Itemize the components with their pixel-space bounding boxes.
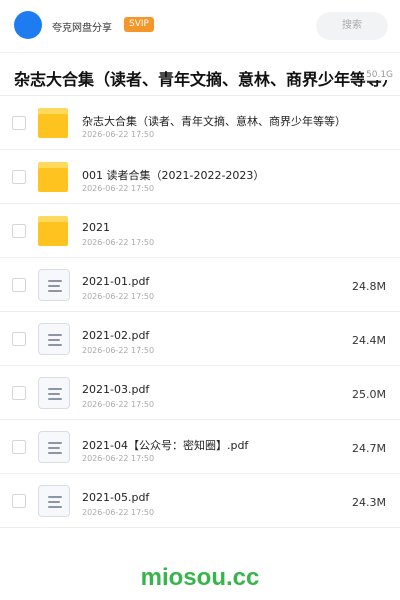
item-date: 2026-06-22 17:50 (82, 292, 155, 301)
pdf-file-icon (38, 485, 70, 517)
user-name: 夸克网盘分享 (52, 23, 112, 34)
item-date: 2026-06-22 17:50 (82, 508, 155, 517)
share-title-bar: 杂志大合集（读者、青年文摘、意林、商界少年等等） 50.1G (0, 52, 400, 96)
avatar[interactable] (14, 11, 42, 39)
item-date: 2026-06-22 17:50 (82, 454, 155, 463)
item-name[interactable]: 2021 (82, 221, 110, 234)
list-item[interactable]: 2021-04【公众号：密知圈】.pdf 2026-06-22 17:50 24.7… (0, 420, 400, 474)
item-size: 25.0M (352, 388, 386, 401)
select-checkbox[interactable] (12, 494, 26, 508)
item-date: 2026-06-22 17:50 (82, 130, 155, 139)
list-item[interactable]: 杂志大合集（读者、青年文摘、意林、商界少年等等） 2026-06-22 17:50 (0, 96, 400, 150)
total-size: 50.1G (364, 70, 394, 80)
pdf-file-icon (38, 323, 70, 355)
item-name[interactable]: 2021-02.pdf (82, 329, 149, 342)
item-date: 2026-06-22 17:50 (82, 184, 155, 193)
select-checkbox[interactable] (12, 278, 26, 292)
file-list: 杂志大合集（读者、青年文摘、意林、商界少年等等） 2026-06-22 17:50… (0, 96, 400, 528)
item-name[interactable]: 2021-03.pdf (82, 383, 149, 396)
list-item[interactable]: 2021-05.pdf 2026-06-22 17:50 24.3M (0, 474, 400, 528)
list-item[interactable]: 001 读者合集（2021-2022-2023） 2026-06-22 17:50 (0, 150, 400, 204)
select-checkbox[interactable] (12, 170, 26, 184)
pdf-file-icon (38, 377, 70, 409)
list-item[interactable]: 2021-03.pdf 2026-06-22 17:50 25.0M (0, 366, 400, 420)
svip-badge: SVIP (124, 17, 154, 32)
item-name[interactable]: 001 读者合集（2021-2022-2023） (82, 167, 264, 183)
item-name[interactable]: 杂志大合集（读者、青年文摘、意林、商界少年等等） (82, 113, 346, 129)
item-size: 24.7M (352, 442, 386, 455)
item-name[interactable]: 2021-01.pdf (82, 275, 149, 288)
list-item[interactable]: 2021-02.pdf 2026-06-22 17:50 24.4M (0, 312, 400, 366)
item-size: 24.8M (352, 280, 386, 293)
item-name[interactable]: 2021-05.pdf (82, 491, 149, 504)
item-date: 2026-06-22 17:50 (82, 238, 155, 247)
select-checkbox[interactable] (12, 386, 26, 400)
select-checkbox[interactable] (12, 440, 26, 454)
select-checkbox[interactable] (12, 332, 26, 346)
list-item[interactable]: 2021-01.pdf 2026-06-22 17:50 24.8M (0, 258, 400, 312)
select-checkbox[interactable] (12, 116, 26, 130)
page-title: 杂志大合集（读者、青年文摘、意林、商界少年等等） (14, 70, 399, 89)
pdf-file-icon (38, 269, 70, 301)
item-date: 2026-06-22 17:50 (82, 346, 155, 355)
folder-icon (38, 161, 70, 193)
folder-icon (38, 215, 70, 247)
watermark-text: miosou.cc (140, 564, 260, 591)
app-header: 夸克网盘分享 SVIP 搜索 (0, 0, 400, 52)
search-input[interactable]: 搜索 (316, 12, 388, 40)
pdf-file-icon (38, 431, 70, 463)
folder-icon (38, 107, 70, 139)
item-size: 24.4M (352, 334, 386, 347)
select-checkbox[interactable] (12, 224, 26, 238)
item-date: 2026-06-22 17:50 (82, 400, 155, 409)
item-name[interactable]: 2021-04【公众号：密知圈】.pdf (82, 437, 248, 453)
item-size: 24.3M (352, 496, 386, 509)
list-item[interactable]: 2021 2026-06-22 17:50 (0, 204, 400, 258)
